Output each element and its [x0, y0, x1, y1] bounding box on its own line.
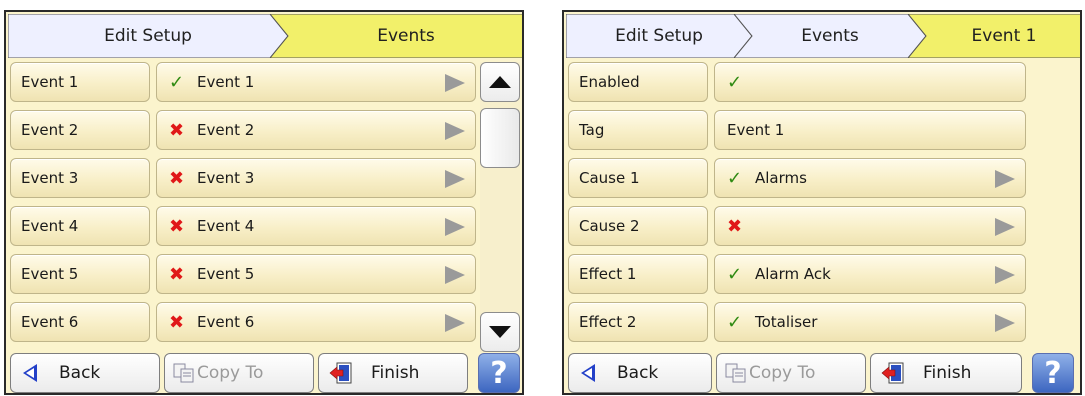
chevron-right-icon — [995, 314, 1015, 332]
field-label: Cause 1 — [568, 158, 708, 198]
event-label: Event 3 — [10, 158, 150, 198]
event-value-button[interactable]: ✖ Event 6 — [156, 302, 476, 342]
copy-icon — [725, 363, 746, 383]
field-label: Effect 2 — [568, 302, 708, 342]
scrollbar-thumb[interactable] — [480, 108, 520, 168]
check-icon: ✓ — [727, 311, 743, 333]
copy-to-button[interactable]: Copy To — [164, 353, 314, 393]
exit-door-icon — [329, 362, 352, 384]
help-button[interactable]: ? — [1032, 353, 1074, 393]
chevron-right-icon — [445, 218, 465, 236]
enabled-toggle[interactable]: ✓ — [714, 62, 1026, 102]
event-label: Event 2 — [10, 110, 150, 150]
field-label: Effect 1 — [568, 254, 708, 294]
copy-icon — [173, 363, 194, 383]
cross-icon: ✖ — [169, 167, 185, 189]
event-value-button[interactable]: ✖ Event 2 — [156, 110, 476, 150]
list-item[interactable]: Effect 2 ✓ Totaliser — [568, 302, 1026, 342]
breadcrumb-edit-setup[interactable]: Edit Setup — [566, 14, 752, 58]
event-value-button[interactable]: ✖ Event 3 — [156, 158, 476, 198]
breadcrumb-events[interactable]: Events — [270, 14, 522, 58]
list-item[interactable]: Event 1 ✓ Event 1 — [10, 62, 476, 102]
check-icon: ✓ — [727, 71, 743, 93]
copy-to-button[interactable]: Copy To — [716, 353, 866, 393]
tag-input[interactable]: Event 1 — [714, 110, 1026, 150]
chevron-right-icon — [995, 266, 1015, 284]
chevron-right-icon — [995, 218, 1015, 236]
scrollbar[interactable] — [480, 62, 520, 352]
cross-icon: ✖ — [169, 263, 185, 285]
chevron-right-icon — [445, 122, 465, 140]
back-arrow-icon — [23, 364, 37, 382]
cross-icon: ✖ — [727, 215, 743, 237]
effect-2-button[interactable]: ✓ Totaliser — [714, 302, 1026, 342]
arrow-down-icon — [489, 326, 511, 338]
field-label: Enabled — [568, 62, 708, 102]
help-button[interactable]: ? — [478, 353, 520, 393]
list-item[interactable]: Event 3 ✖ Event 3 — [10, 158, 476, 198]
cause-2-button[interactable]: ✖ — [714, 206, 1026, 246]
field-label: Cause 2 — [568, 206, 708, 246]
breadcrumb: Edit Setup Events — [8, 14, 522, 58]
event-label: Event 6 — [10, 302, 150, 342]
check-icon: ✓ — [727, 167, 743, 189]
event-label: Event 1 — [10, 62, 150, 102]
event-value-button[interactable]: ✖ Event 5 — [156, 254, 476, 294]
arrow-up-icon — [489, 76, 511, 88]
list-item[interactable]: Event 6 ✖ Event 6 — [10, 302, 476, 342]
event-value-button[interactable]: ✖ Event 4 — [156, 206, 476, 246]
cause-1-button[interactable]: ✓ Alarms — [714, 158, 1026, 198]
exit-door-icon — [881, 362, 904, 384]
breadcrumb: Edit Setup Events Event 1 — [566, 14, 1080, 58]
breadcrumb-event-1[interactable]: Event 1 — [908, 14, 1080, 58]
list-item[interactable]: Enabled ✓ — [568, 62, 1026, 102]
scroll-up-button[interactable] — [480, 62, 520, 102]
events-list-panel: Edit Setup Events Event 1 ✓ Event 1 Even… — [4, 10, 524, 395]
back-arrow-icon — [581, 364, 595, 382]
chevron-right-icon — [445, 170, 465, 188]
list-item[interactable]: Effect 1 ✓ Alarm Ack — [568, 254, 1026, 294]
chevron-right-icon — [445, 314, 465, 332]
list-item[interactable]: Cause 1 ✓ Alarms — [568, 158, 1026, 198]
event-detail-panel: Edit Setup Events Event 1 Enabled ✓ Tag … — [562, 10, 1082, 395]
list-item[interactable]: Cause 2 ✖ — [568, 206, 1026, 246]
finish-button[interactable]: Finish — [870, 353, 1022, 393]
chevron-right-icon — [995, 170, 1015, 188]
back-button[interactable]: Back — [568, 353, 712, 393]
chevron-right-icon — [445, 266, 465, 284]
event-label: Event 5 — [10, 254, 150, 294]
event-value-button[interactable]: ✓ Event 1 — [156, 62, 476, 102]
check-icon: ✓ — [727, 263, 743, 285]
cross-icon: ✖ — [169, 311, 185, 333]
breadcrumb-events[interactable]: Events — [734, 14, 926, 58]
back-button[interactable]: Back — [10, 353, 160, 393]
cross-icon: ✖ — [169, 119, 185, 141]
list-item[interactable]: Tag Event 1 — [568, 110, 1026, 150]
breadcrumb-edit-setup[interactable]: Edit Setup — [8, 14, 288, 58]
check-icon: ✓ — [169, 71, 185, 93]
scroll-down-button[interactable] — [480, 312, 520, 352]
list-item[interactable]: Event 4 ✖ Event 4 — [10, 206, 476, 246]
finish-button[interactable]: Finish — [318, 353, 468, 393]
field-label: Tag — [568, 110, 708, 150]
list-item[interactable]: Event 5 ✖ Event 5 — [10, 254, 476, 294]
event-label: Event 4 — [10, 206, 150, 246]
chevron-right-icon — [445, 74, 465, 92]
list-item[interactable]: Event 2 ✖ Event 2 — [10, 110, 476, 150]
effect-1-button[interactable]: ✓ Alarm Ack — [714, 254, 1026, 294]
cross-icon: ✖ — [169, 215, 185, 237]
